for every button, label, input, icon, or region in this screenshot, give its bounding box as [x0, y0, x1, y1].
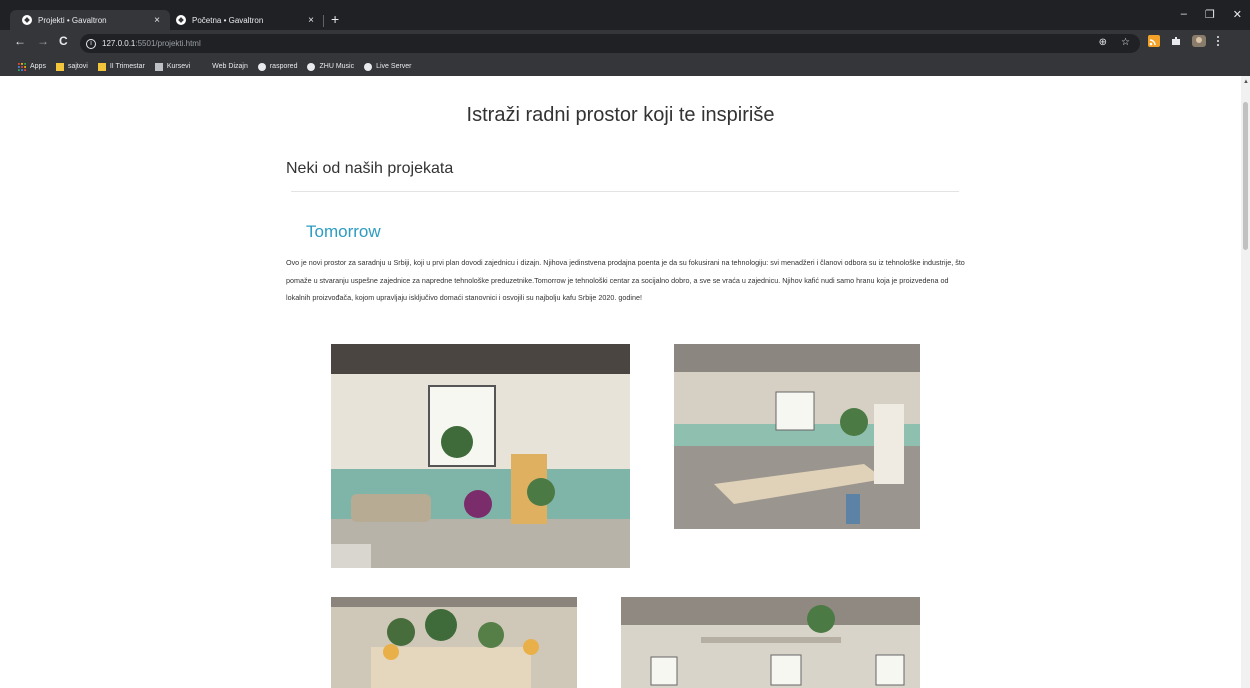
tab-title: Početna • Gavaltron — [192, 15, 264, 25]
profile-avatar-icon[interactable] — [1192, 35, 1206, 47]
bookmark-raspored[interactable]: raspored — [257, 62, 298, 71]
project-photo-lounge — [331, 344, 630, 568]
bookmark-sajtovi[interactable]: sajtovi — [55, 62, 88, 71]
favicon-icon — [22, 15, 32, 25]
window-controls: – ❐ ✕ — [1181, 8, 1242, 21]
tab-projekti[interactable]: Projekti • Gavaltron × — [10, 10, 170, 30]
extensions-area — [1148, 35, 1220, 47]
new-tab-button[interactable]: + — [331, 12, 339, 26]
blank-favicon-icon — [200, 62, 209, 71]
bookmark-web-dizajn[interactable]: Web Dizajn — [200, 62, 248, 71]
puzzle-extensions-icon[interactable] — [1170, 35, 1182, 47]
bookmark-label: II Trimestar — [109, 63, 145, 70]
address-bar[interactable]: i 127.0.0.1 :5501/projekti.html ⊕ ☆ — [80, 34, 1140, 53]
favicon-icon — [176, 15, 186, 25]
forward-button[interactable]: → — [37, 34, 49, 48]
menu-dots-icon[interactable] — [1216, 35, 1220, 47]
project-photo-plants — [331, 597, 577, 688]
bookmark-zhu-music[interactable]: ZHU Music — [307, 62, 355, 71]
url-host: 127.0.0.1 — [102, 39, 136, 48]
close-window-button[interactable]: ✕ — [1233, 8, 1242, 21]
zoom-icon[interactable]: ⊕ — [1099, 37, 1107, 48]
page-viewport: Istraži radni prostor koji te inspiriše … — [0, 76, 1241, 688]
project-photo-workspace — [674, 344, 920, 529]
bookmark-label: Apps — [30, 63, 46, 70]
bookmark-label: sajtovi — [67, 63, 88, 70]
reload-button[interactable]: C — [59, 34, 68, 48]
bookmark-live-server[interactable]: Live Server — [364, 62, 412, 71]
tab-title: Projekti • Gavaltron — [38, 15, 107, 25]
site-info-icon[interactable]: i — [86, 38, 96, 49]
tab-close-icon[interactable]: × — [154, 15, 160, 26]
globe-icon — [257, 62, 266, 71]
page-icon — [154, 62, 163, 71]
bookmarks-bar: Apps sajtovi II Trimestar Kursevi Web Di… — [0, 57, 1250, 76]
section-title: Neki od naših projekata — [286, 160, 454, 177]
project-description: Ovo je novi prostor za saradnju u Srbiji… — [286, 258, 965, 303]
tab-pocetna[interactable]: Početna • Gavaltron × — [164, 10, 324, 30]
apps-grid-icon — [18, 62, 26, 71]
url-path: :5501/projekti.html — [135, 39, 201, 48]
tab-close-icon[interactable]: × — [308, 15, 314, 26]
bookmark-label: raspored — [269, 63, 298, 70]
bookmark-kursevi[interactable]: Kursevi — [154, 62, 191, 71]
vertical-scrollbar[interactable]: ▲ — [1241, 76, 1250, 688]
omnibox-actions: ⊕ ☆ — [1099, 37, 1130, 48]
page-heading: Istraži radni prostor koji te inspiriše — [466, 104, 775, 126]
bookmark-label: ZHU Music — [319, 63, 355, 70]
folder-icon — [55, 62, 64, 71]
project-photo-hall — [621, 597, 920, 688]
bookmark-label: Kursevi — [166, 63, 191, 70]
bookmark-ii-trimestar[interactable]: II Trimestar — [97, 62, 145, 71]
tab-separator — [323, 15, 324, 27]
bookmark-star-icon[interactable]: ☆ — [1121, 37, 1130, 48]
bookmark-label: Web Dizajn — [212, 63, 248, 70]
back-button[interactable]: ← — [14, 34, 26, 48]
favicon-icon — [364, 62, 373, 71]
tab-strip: Projekti • Gavaltron × Početna • Gavaltr… — [0, 0, 1250, 30]
bookmark-apps[interactable]: Apps — [18, 62, 46, 71]
project-title: Tomorrow — [306, 222, 381, 241]
section-divider — [291, 191, 959, 192]
browser-toolbar: ← → C i 127.0.0.1 :5501/projekti.html ⊕ … — [0, 30, 1250, 57]
rss-extension-icon[interactable] — [1148, 35, 1160, 47]
favicon-icon — [307, 62, 316, 71]
folder-icon — [97, 62, 106, 71]
maximize-button[interactable]: ❐ — [1205, 8, 1215, 21]
scrollbar-thumb[interactable] — [1243, 102, 1248, 250]
minimize-button[interactable]: – — [1181, 8, 1187, 21]
scroll-up-arrow-icon[interactable]: ▲ — [1243, 79, 1249, 85]
bookmark-label: Live Server — [376, 63, 412, 70]
browser-window: Projekti • Gavaltron × Početna • Gavaltr… — [0, 0, 1250, 688]
